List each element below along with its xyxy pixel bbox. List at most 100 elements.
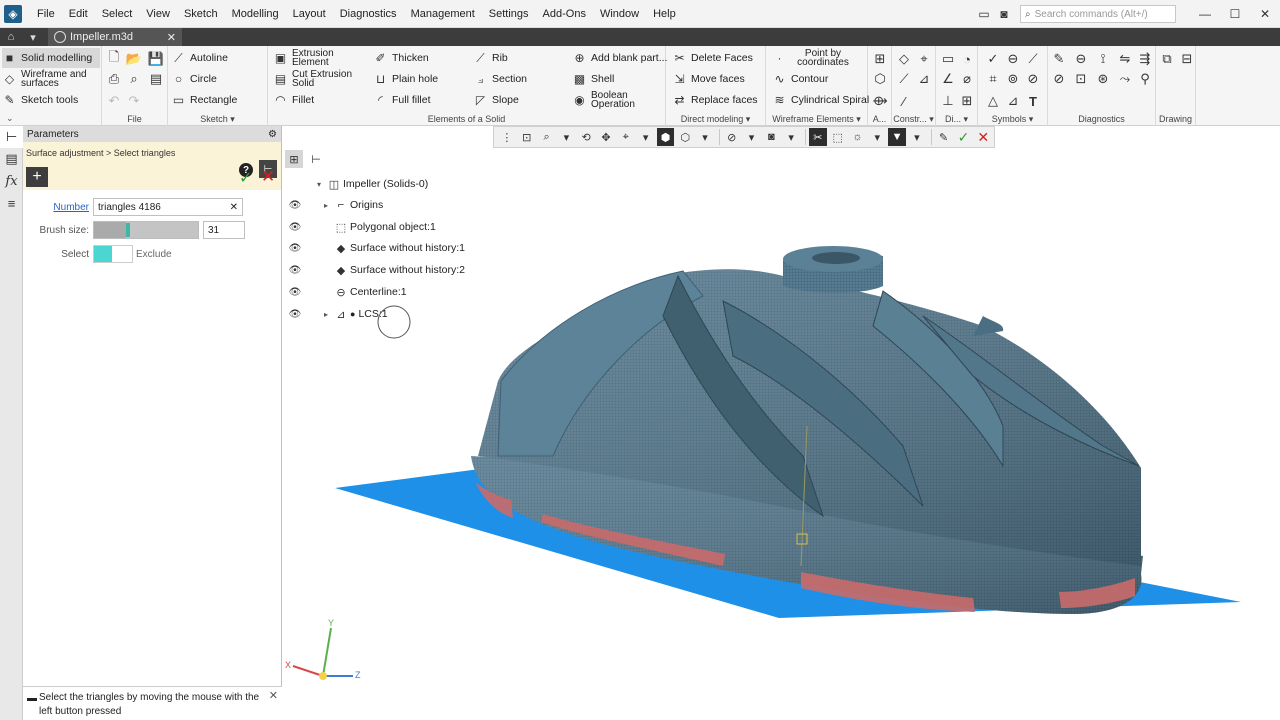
measure-length-icon[interactable]: ⟟ — [1094, 50, 1112, 68]
impeller-model[interactable] — [283, 126, 1280, 720]
collapse-caret-icon[interactable]: ▸ — [324, 201, 334, 210]
drawing-sheet-icon[interactable]: ⊟ — [1178, 50, 1196, 68]
pan-icon[interactable]: ✥ — [597, 128, 615, 146]
hint-close-icon[interactable]: ✕ — [269, 689, 278, 703]
close-tab-icon[interactable]: ✕ — [167, 31, 176, 44]
rotate-icon[interactable]: ⟲ — [577, 128, 595, 146]
orient-dropdown-icon[interactable]: ▾ — [637, 128, 655, 146]
move-faces-button[interactable]: ⇲ Move faces — [672, 69, 744, 89]
menu-management[interactable]: Management — [404, 0, 482, 28]
menu-layout[interactable]: Layout — [286, 0, 333, 28]
eye-icon[interactable]: 👁 — [288, 309, 302, 320]
cancel-view-icon[interactable]: ✕ — [974, 128, 992, 146]
confirm-view-icon[interactable]: ✓ — [955, 128, 973, 146]
measure-angle-icon[interactable]: ⊖ — [1072, 50, 1090, 68]
cylindrical-spiral-button[interactable]: ≋ Cylindrical Spiral — [772, 90, 869, 110]
drawing-view-icon[interactable]: ⧉ — [1158, 50, 1176, 68]
thicken-button[interactable]: ✐ Thicken — [373, 48, 428, 68]
mass-properties-icon[interactable]: ⇋ — [1116, 50, 1134, 68]
save-icon[interactable]: 💾 — [147, 50, 165, 68]
constr-axis-icon[interactable]: ⟋ — [895, 70, 913, 88]
menu-help[interactable]: Help — [646, 0, 683, 28]
text-icon[interactable]: T — [1024, 92, 1042, 110]
dim-diameter-icon[interactable]: ⌀ — [958, 70, 976, 88]
circle-button[interactable]: ○ Circle — [171, 69, 217, 89]
menu-modelling[interactable]: Modelling — [225, 0, 286, 28]
open-file-icon[interactable]: 📂 — [125, 50, 143, 68]
display-dropdown-icon[interactable]: ▾ — [782, 128, 800, 146]
constr-point-icon[interactable]: ⌖ — [915, 50, 933, 68]
add-button[interactable]: + — [26, 167, 48, 187]
section-button[interactable]: ⟓ Section — [473, 69, 527, 89]
autoline-button[interactable]: ⟋ Autoline — [171, 48, 228, 68]
menu-settings[interactable]: Settings — [482, 0, 536, 28]
transform-icon[interactable]: ⟴ — [871, 92, 889, 110]
solid-modelling-button[interactable]: ■ Solid modelling — [2, 48, 100, 68]
delete-faces-button[interactable]: ✂ Delete Faces — [672, 48, 752, 68]
brush-size-slider[interactable] — [93, 221, 199, 239]
wireframe-surfaces-button[interactable]: ◇ Wireframe and surfaces — [2, 69, 101, 89]
deviation-icon[interactable]: ⊡ — [1072, 70, 1090, 88]
dim-auto-icon[interactable]: ⊞ — [958, 92, 976, 110]
menu-diagnostics[interactable]: Diagnostics — [333, 0, 404, 28]
zoom-icon[interactable]: ⌕ — [538, 128, 556, 146]
pick-icon[interactable]: ✎ — [935, 128, 953, 146]
save-all-icon[interactable]: ▤ — [147, 70, 165, 88]
orient-icon[interactable]: ⌖ — [617, 128, 635, 146]
view-grid-icon[interactable]: ⋮ — [498, 128, 516, 146]
model-tree-icon[interactable]: ⊢ — [0, 126, 23, 148]
grid-icon[interactable]: ⊞ — [871, 50, 889, 68]
slope-button[interactable]: ◸ Slope — [473, 90, 519, 110]
symbol-arrow-icon[interactable]: ⊿ — [1004, 92, 1022, 110]
undo-icon[interactable]: ↶ — [105, 92, 123, 110]
tree-item-origins[interactable]: 👁 ▸ ⌐ Origins — [283, 195, 583, 215]
visibility-dropdown-icon[interactable]: ▾ — [743, 128, 761, 146]
print-icon[interactable]: ⎙ — [105, 70, 123, 88]
symbol-weld-icon[interactable]: △ — [984, 92, 1002, 110]
select-exclude-toggle[interactable] — [93, 245, 133, 263]
rib-button[interactable]: ⟋ Rib — [473, 48, 507, 68]
eye-icon[interactable]: 👁 — [288, 243, 302, 254]
menu-view[interactable]: View — [139, 0, 177, 28]
window-layout-icon[interactable]: ▭ — [974, 5, 994, 23]
tree-item-polygonal-object[interactable]: 👁 ⬚ Polygonal object:1 — [283, 217, 583, 237]
dim-angle-icon[interactable]: ∠ — [939, 70, 957, 88]
menu-sketch[interactable]: Sketch — [177, 0, 225, 28]
3d-viewport[interactable]: ⋮ ⊡ ⌕ ▾ ⟲ ✥ ⌖ ▾ ⬢ ⬡ ▾ ⊘ ▾ ◙ ▾ ✂ ⬚ ☼ ▾ ▼ … — [283, 126, 1280, 720]
point-by-coordinates-button[interactable]: · Point by coordinates — [772, 48, 855, 68]
rectangle-button[interactable]: ▭ Rectangle — [171, 90, 237, 110]
visibility-icon[interactable]: ⊘ — [723, 128, 741, 146]
minimize-button[interactable]: — — [1190, 7, 1220, 21]
new-file-icon[interactable]: 🗋 — [105, 49, 123, 68]
settings-icon[interactable]: ⚙ — [268, 129, 277, 140]
zoom-dropdown-icon[interactable]: ▾ — [557, 128, 575, 146]
expand-caret-icon[interactable]: ▾ — [317, 180, 327, 189]
view-fit-icon[interactable]: ⊡ — [518, 128, 536, 146]
shaded-view-icon[interactable]: ⬢ — [656, 128, 675, 146]
symbol-roughness-icon[interactable]: ✓ — [984, 50, 1002, 68]
maximize-button[interactable]: ☐ — [1220, 7, 1250, 21]
boolean-operation-button[interactable]: ◉ Boolean Operation — [572, 90, 651, 110]
cube-icon[interactable]: ⬡ — [871, 70, 889, 88]
curvature-icon[interactable]: ⊘ — [1050, 70, 1068, 88]
preview-icon[interactable]: ⌕ — [125, 70, 143, 88]
brush-slider-thumb[interactable] — [126, 223, 131, 237]
lighting-icon[interactable]: ☼ — [849, 128, 867, 146]
menu-file[interactable]: File — [30, 0, 62, 28]
number-field[interactable]: triangles 4186 ✕ — [93, 198, 243, 216]
extrusion-button[interactable]: ▣ Extrusion Element — [273, 48, 352, 68]
menu-select[interactable]: Select — [95, 0, 140, 28]
eye-icon[interactable]: 👁 — [288, 222, 302, 233]
measure-distance-icon[interactable]: ✎ — [1050, 50, 1068, 68]
properties-icon[interactable]: ≡ — [0, 192, 23, 214]
tree-item-centerline[interactable]: 👁 ⊖ Centerline:1 — [283, 282, 583, 302]
cut-extrusion-button[interactable]: ▤ Cut Extrusion Solid — [273, 69, 356, 89]
replace-faces-button[interactable]: ⇄ Replace faces — [672, 90, 757, 110]
lighting-dropdown-icon[interactable]: ▾ — [868, 128, 886, 146]
check-geometry-icon[interactable]: ⇶ — [1136, 50, 1154, 68]
dim-radial-icon[interactable]: ◔ — [958, 50, 976, 68]
cancel-icon[interactable]: ✕ — [261, 167, 275, 187]
dim-linear-icon[interactable]: ▭ — [939, 50, 957, 68]
screenshot-icon[interactable]: ◙ — [994, 5, 1014, 23]
add-blank-part-button[interactable]: ⊕ Add blank part... — [572, 48, 667, 68]
